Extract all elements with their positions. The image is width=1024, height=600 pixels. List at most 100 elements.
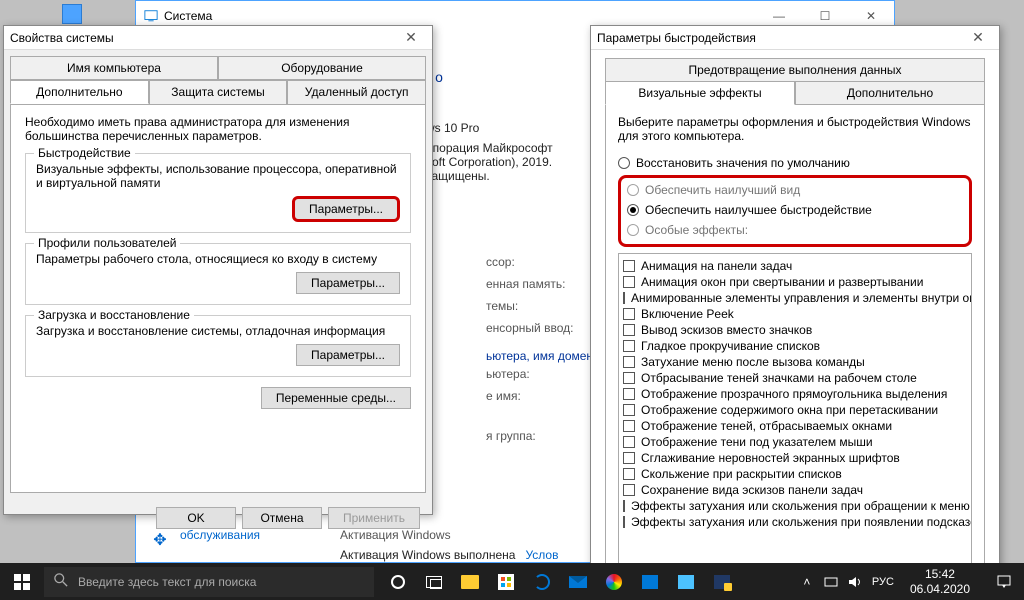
task-view-button[interactable] [416,563,452,600]
search-icon [54,573,68,590]
visual-effect-checkbox-row[interactable]: Отображение тени под указателем мыши [623,434,967,450]
performance-options-title: Параметры быстродействия [597,31,756,45]
mail-icon [569,576,587,588]
user-profiles-settings-button[interactable]: Параметры... [296,272,400,294]
visual-effect-checkbox-row[interactable]: Сглаживание неровностей экранных шрифтов [623,450,967,466]
tab-computer-name[interactable]: Имя компьютера [10,56,218,79]
visual-effect-checkbox-row[interactable]: Сохранение вида эскизов панели задач [623,482,967,498]
tab-remote[interactable]: Удаленный доступ [287,80,426,104]
search-placeholder: Введите здесь текст для поиска [78,575,256,589]
visual-effect-checkbox-row[interactable]: Анимация на панели задач [623,258,967,274]
visual-effects-checklist[interactable]: Анимация на панели задачАнимация окон пр… [618,253,972,568]
paint-button[interactable] [596,563,632,600]
app-button-2[interactable] [668,563,704,600]
admin-rights-note: Необходимо иметь права администратора дл… [25,115,411,143]
checkbox-label: Отображение тени под указателем мыши [641,435,873,449]
visual-effect-checkbox-row[interactable]: Скольжение при раскрытии списков [623,466,967,482]
checkbox-label: Отображение прозрачного прямоугольника в… [641,387,947,401]
highlighted-radio-group: Обеспечить наилучший вид Обеспечить наил… [618,175,972,247]
tab-dep[interactable]: Предотвращение выполнения данных [605,58,985,81]
checkbox-label: Анимированные элементы управления и элем… [631,291,972,305]
tray-chevron-up-icon[interactable]: ˄ [800,575,814,589]
ok-button[interactable]: OK [156,507,236,529]
radio-custom[interactable]: Особые эффекты: [627,220,963,240]
checkbox-label: Отображение теней, отбрасываемых окнами [641,419,892,433]
visual-effect-checkbox-row[interactable]: Отображение теней, отбрасываемых окнами [623,418,967,434]
checkbox-icon [623,500,625,512]
radio-best-performance[interactable]: Обеспечить наилучшее быстродействие [627,200,963,220]
app-button-3[interactable] [704,563,740,600]
tab-system-protection[interactable]: Защита системы [149,80,288,104]
visual-effect-checkbox-row[interactable]: Анимация окон при свертывании и разверты… [623,274,967,290]
checkbox-label: Отображение содержимого окна при перетас… [641,403,938,417]
app-button-1[interactable] [632,563,668,600]
checkbox-label: Эффекты затухания или скольжения при обр… [631,499,970,513]
visual-effect-checkbox-row[interactable]: Включение Peek [623,306,967,322]
cortana-button[interactable] [380,563,416,600]
taskbar-search[interactable]: Введите здесь текст для поиска [44,567,374,597]
dialog-buttons: OK Отмена Применить [4,499,432,537]
startup-recovery-settings-button[interactable]: Параметры... [296,344,400,366]
performance-groupbox: Быстродействие Визуальные эффекты, испол… [25,153,411,233]
checkbox-icon [623,420,635,432]
system-properties-titlebar: Свойства системы ✕ [4,26,432,50]
tab-advanced[interactable]: Дополнительно [795,81,985,105]
startup-recovery-desc: Загрузка и восстановление системы, отлад… [36,324,400,338]
tray-network-icon[interactable] [824,575,838,589]
apply-button[interactable]: Применить [328,507,420,529]
windows-edition: ws 10 Pro [426,121,553,135]
action-center-button[interactable] [986,563,1022,600]
checkbox-icon [623,292,625,304]
edge-button[interactable] [524,563,560,600]
tabs-row-2: Дополнительно Защита системы Удаленный д… [10,80,426,105]
cortana-icon [391,575,405,589]
checkbox-label: Эффекты затухания или скольжения при поя… [631,515,972,529]
tab-advanced[interactable]: Дополнительно [10,80,149,104]
app-icon [714,575,730,589]
checkbox-icon [623,372,635,384]
visual-effect-checkbox-row[interactable]: Гладкое прокручивание списков [623,338,967,354]
visual-effect-checkbox-row[interactable]: Отображение прозрачного прямоугольника в… [623,386,967,402]
checkbox-label: Сохранение вида эскизов панели задач [641,483,863,497]
clock-time: 15:42 [910,567,970,581]
tabs-row-1: Имя компьютера Оборудование [10,56,426,80]
store-icon [498,574,514,590]
file-explorer-button[interactable] [452,563,488,600]
cancel-button[interactable]: Отмена [242,507,322,529]
checkbox-label: Отбрасывание теней значками на рабочем с… [641,371,917,385]
startup-recovery-legend: Загрузка и восстановление [34,308,194,322]
startup-recovery-groupbox: Загрузка и восстановление Загрузка и вос… [25,315,411,377]
folder-icon [461,575,479,589]
visual-effect-checkbox-row[interactable]: Вывод эскизов вместо значков [623,322,967,338]
checkbox-label: Вывод эскизов вместо значков [641,323,812,337]
radio-best-appearance[interactable]: Обеспечить наилучший вид [627,180,963,200]
copyright-line2: soft Corporation), 2019. [426,155,553,169]
close-button[interactable]: ✕ [396,29,426,46]
visual-effect-checkbox-row[interactable]: Анимированные элементы управления и элем… [623,290,967,306]
start-button[interactable] [0,563,44,600]
performance-desc: Визуальные эффекты, использование процес… [36,162,400,190]
visual-effect-checkbox-row[interactable]: Отбрасывание теней значками на рабочем с… [623,370,967,386]
visual-effect-checkbox-row[interactable]: Затухание меню после вызова команды [623,354,967,370]
tab-visual-effects[interactable]: Визуальные эффекты [605,81,795,105]
checkbox-icon [623,468,635,480]
virtualbox-icon[interactable] [62,4,82,24]
microsoft-store-button[interactable] [488,563,524,600]
close-button[interactable]: ✕ [963,29,993,46]
tray-language[interactable]: РУС [872,576,894,588]
visual-effect-checkbox-row[interactable]: Отображение содержимого окна при перетас… [623,402,967,418]
system-icon [144,9,158,23]
radio-restore-defaults[interactable]: Восстановить значения по умолчанию [618,153,972,173]
radio-icon [627,224,639,236]
visual-effect-checkbox-row[interactable]: Эффекты затухания или скольжения при обр… [623,498,967,514]
tray-volume-icon[interactable] [848,575,862,589]
taskbar-clock[interactable]: 15:42 06.04.2020 [904,567,976,596]
performance-settings-button[interactable]: Параметры... [292,196,400,222]
advanced-tab-content: Необходимо иметь права администратора дл… [10,105,426,493]
tab-hardware[interactable]: Оборудование [218,56,426,79]
visual-effect-checkbox-row[interactable]: Эффекты затухания или скольжения при поя… [623,514,967,530]
environment-variables-button[interactable]: Переменные среды... [261,387,411,409]
mail-button[interactable] [560,563,596,600]
checkbox-label: Анимация на панели задач [641,259,792,273]
activation-terms-link[interactable]: Услов [525,548,558,562]
